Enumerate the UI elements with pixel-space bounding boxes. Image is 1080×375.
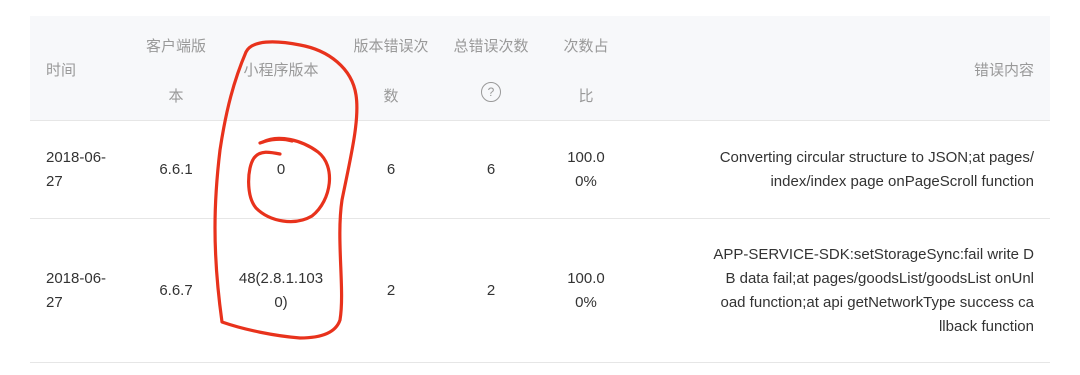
cell-client-version: 6.6.7	[159, 281, 193, 299]
table-header: 时间 客户端版 本 小程序版本 版本错误次 数 总错误次数 ? 次数占 比 错误…	[30, 16, 1050, 121]
cell-error-message: APP-SERVICE-SDK:setStorageSync:fail writ…	[713, 245, 1034, 335]
header-version-errors: 版本错误次 数	[346, 16, 436, 120]
cell-mini-version: 0	[276, 160, 286, 178]
table-row: 2018-06- 27 6.6.1 0 6 6 100.0 0% Convert…	[30, 121, 1050, 219]
cell-version-errors: 6	[386, 160, 396, 178]
cell-total-errors: 2	[486, 281, 496, 299]
header-error-content-label: 错误内容	[973, 61, 1034, 79]
question-circle-icon[interactable]: ?	[481, 82, 501, 102]
cell-total-errors: 6	[486, 160, 496, 178]
cell-version-errors: 2	[386, 281, 396, 299]
header-client-version-line1: 客户端版	[145, 37, 206, 55]
header-ratio: 次数占 比	[546, 16, 626, 120]
header-mini-version: 小程序版本	[216, 16, 346, 120]
cell-date: 2018-06- 27	[46, 269, 107, 311]
cell-error-message: Converting circular structure to JSON;at…	[719, 148, 1034, 190]
error-stats-table: 时间 客户端版 本 小程序版本 版本错误次 数 总错误次数 ? 次数占 比 错误…	[30, 16, 1050, 363]
cell-ratio: 100.0 0%	[567, 148, 605, 190]
header-ratio-line2: 比	[578, 87, 594, 105]
header-time: 时间	[46, 16, 106, 120]
header-client-version-line2: 本	[168, 87, 184, 105]
header-version-errors-line1: 版本错误次	[353, 37, 429, 55]
cell-mini-version: 48(2.8.1.103 0)	[238, 269, 324, 311]
header-version-errors-line2: 数	[383, 87, 399, 105]
cell-ratio: 100.0 0%	[567, 269, 605, 311]
cell-date: 2018-06- 27	[46, 148, 107, 190]
header-total-errors: 总错误次数 ?	[436, 16, 546, 120]
header-mini-version-label: 小程序版本	[243, 61, 319, 79]
header-total-errors-label: 总错误次数	[453, 37, 529, 55]
header-ratio-line1: 次数占	[563, 37, 609, 55]
header-time-label: 时间	[46, 61, 77, 79]
table-row: 2018-06- 27 6.6.7 48(2.8.1.103 0) 2 2 10…	[30, 219, 1050, 363]
cell-client-version: 6.6.1	[159, 160, 193, 178]
header-client-version: 客户端版 本	[136, 16, 216, 120]
header-error-content: 错误内容	[634, 16, 1034, 120]
